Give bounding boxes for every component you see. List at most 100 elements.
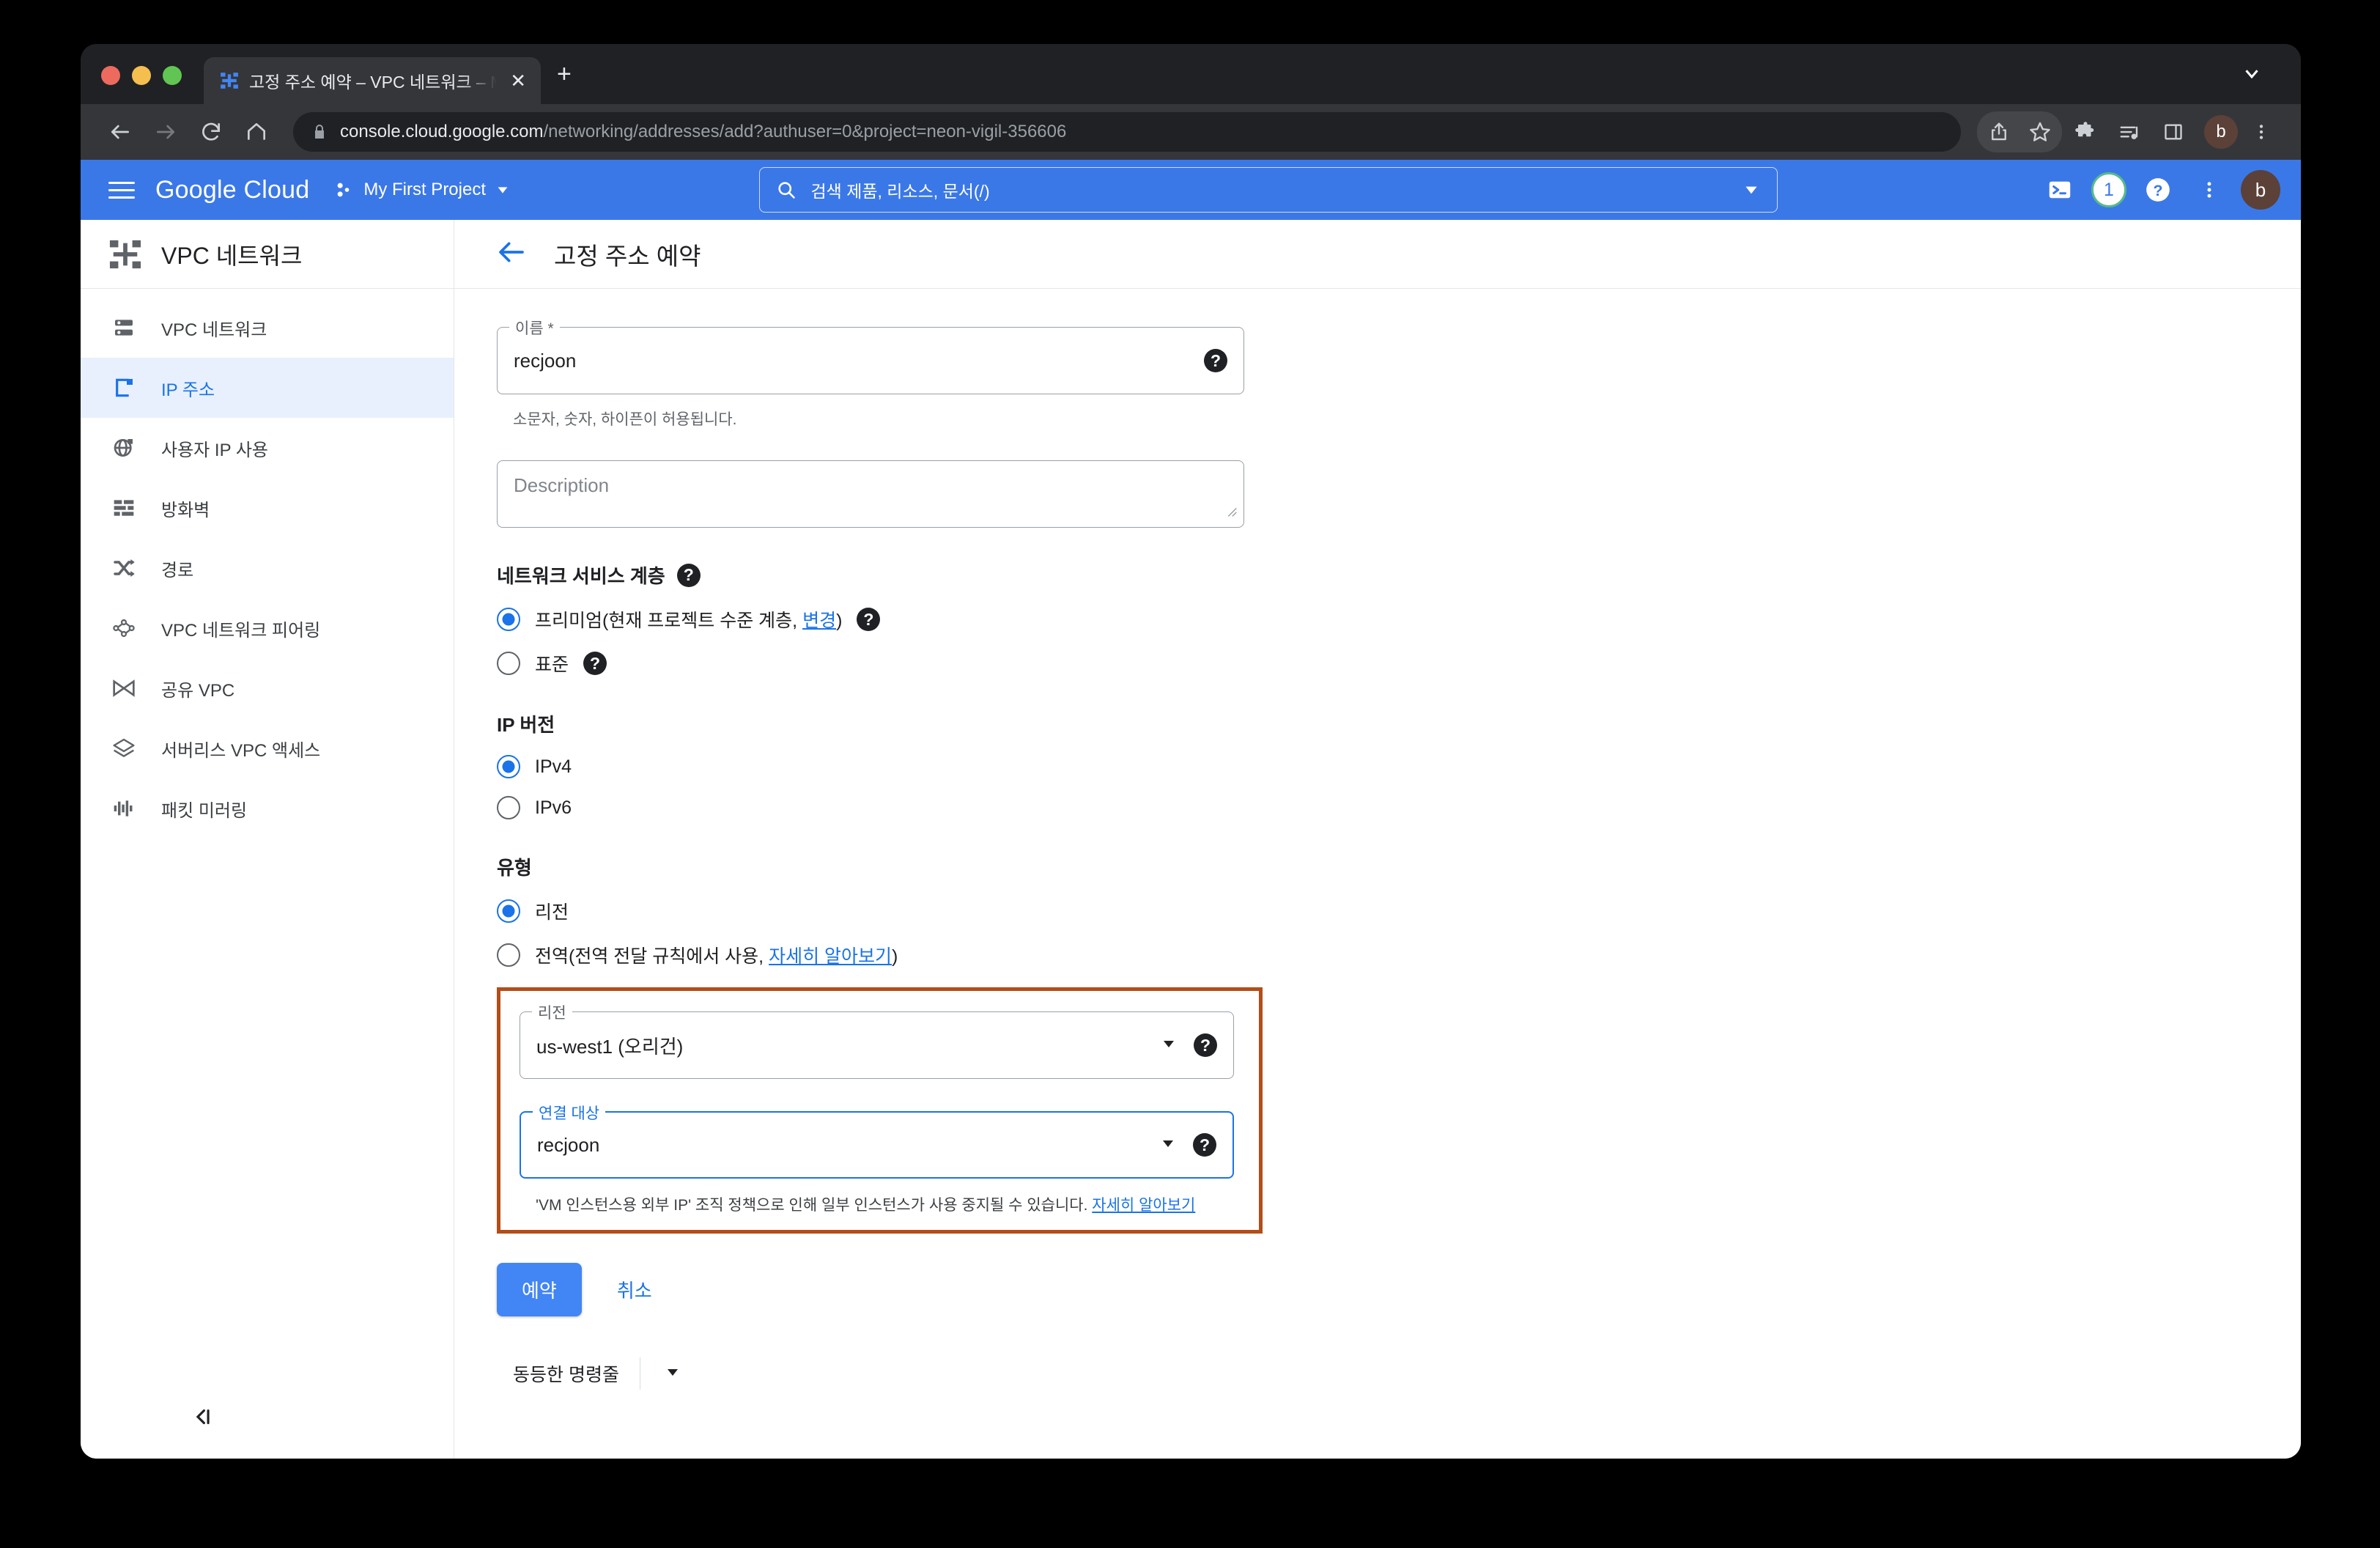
packet-mirroring-icon xyxy=(108,797,139,820)
page-header: 고정 주소 예약 xyxy=(454,220,2301,289)
radio-ipv6[interactable] xyxy=(497,796,520,819)
sidebar-item-vpc-network[interactable]: VPC 네트워크 xyxy=(81,298,454,358)
search-chevron-down-icon[interactable] xyxy=(1742,180,1761,199)
collapse-sidebar-icon[interactable] xyxy=(191,1404,215,1433)
media-playlist-icon[interactable] xyxy=(2109,111,2150,152)
name-field-label: 이름 * xyxy=(509,317,560,339)
svg-text:?: ? xyxy=(2153,182,2162,199)
radio-ipv4[interactable] xyxy=(497,755,520,778)
vpc-peering-icon xyxy=(108,616,139,640)
attach-to-help-icon[interactable]: ? xyxy=(1193,1133,1216,1157)
ip-version-option-ipv4[interactable]: IPv4 xyxy=(497,755,2258,778)
type-option-global[interactable]: 전역(전역 전달 규칙에서 사용, 자세히 알아보기) xyxy=(497,942,2258,968)
home-icon[interactable] xyxy=(236,111,277,152)
browser-window: 고정 주소 예약 – VPC 네트워크 – M ✕ + console.clou… xyxy=(81,44,2301,1459)
equivalent-command-line-label: 동등한 명령줄 xyxy=(513,1365,619,1385)
description-placeholder: Description xyxy=(514,474,610,496)
sidebar-item-shared-vpc[interactable]: 공유 VPC xyxy=(81,658,454,718)
sidebar-item-serverless-vpc-access[interactable]: 서버리스 VPC 액세스 xyxy=(81,718,454,778)
command-line-chevron-down-icon[interactable] xyxy=(640,1363,705,1385)
attach-to-select[interactable]: 연결 대상 recjoon ? xyxy=(520,1102,1234,1179)
reserve-button[interactable]: 예약 xyxy=(497,1263,582,1316)
forward-icon[interactable] xyxy=(145,111,186,152)
main-content: 고정 주소 예약 이름 * recjoon ? 소문자, 숫자, 하이픈이 허용… xyxy=(454,220,2301,1459)
more-options-icon[interactable] xyxy=(2189,170,2229,210)
network-tier-help-icon[interactable]: ? xyxy=(676,563,701,587)
ip-version-option-ipv6[interactable]: IPv6 xyxy=(497,796,2258,819)
sidebar-item-routes[interactable]: 경로 xyxy=(81,538,454,598)
page-title: 고정 주소 예약 xyxy=(554,242,701,270)
page-body: VPC 네트워크 VPC 네트워크 IP 주소 사용자 IP 사용 방화벽 경로… xyxy=(81,220,2301,1459)
project-selector[interactable]: My First Project xyxy=(334,180,511,200)
navigation-menu-icon[interactable] xyxy=(101,169,142,210)
user-avatar[interactable]: b xyxy=(2240,170,2280,210)
sidebar-item-label: 방화벽 xyxy=(161,500,210,520)
sidebar-item-label: 경로 xyxy=(161,560,194,580)
share-bookmark-pill xyxy=(1977,111,2062,152)
new-tab-button[interactable]: + xyxy=(541,62,585,104)
maximize-window-button[interactable] xyxy=(163,66,182,85)
radio-standard[interactable] xyxy=(497,652,520,675)
bookmark-star-icon[interactable] xyxy=(2019,111,2061,152)
standard-help-icon[interactable]: ? xyxy=(583,652,607,675)
attach-to-chevron-down-icon[interactable] xyxy=(1159,1135,1177,1156)
equivalent-command-line[interactable]: 동등한 명령줄 xyxy=(497,1350,2258,1397)
sidebar-item-packet-mirroring[interactable]: 패킷 미러링 xyxy=(81,778,454,838)
radio-global[interactable] xyxy=(497,943,520,967)
back-arrow-icon[interactable] xyxy=(497,237,526,270)
google-cloud-logo[interactable]: Google Cloud xyxy=(155,176,309,204)
name-helper-text: 소문자, 숫자, 하이픈이 허용됩니다. xyxy=(513,411,737,428)
notification-badge[interactable]: 1 xyxy=(2091,172,2126,207)
warning-learn-more-link[interactable]: 자세히 알아보기 xyxy=(1092,1197,1195,1214)
side-panel-icon[interactable] xyxy=(2153,111,2194,152)
resize-grip-icon[interactable] xyxy=(1223,501,1239,524)
radio-global-label: 전역(전역 전달 규칙에서 사용, 자세히 알아보기) xyxy=(535,946,898,967)
name-help-icon[interactable]: ? xyxy=(1204,349,1227,372)
tab-list-chevron-icon[interactable] xyxy=(2241,62,2263,88)
browser-tab[interactable]: 고정 주소 예약 – VPC 네트워크 – M ✕ xyxy=(204,57,541,104)
share-icon[interactable] xyxy=(1978,111,2019,152)
tab-close-icon[interactable]: ✕ xyxy=(507,71,529,90)
radio-regional-label: 리전 xyxy=(535,902,569,923)
minimize-window-button[interactable] xyxy=(132,66,151,85)
sidebar-item-vpc-peering[interactable]: VPC 네트워크 피어링 xyxy=(81,598,454,658)
chrome-profile-avatar[interactable]: b xyxy=(2204,115,2238,149)
sidebar-item-user-ip-usage[interactable]: 사용자 IP 사용 xyxy=(81,418,454,478)
region-help-icon[interactable]: ? xyxy=(1194,1033,1217,1057)
chrome-menu-icon[interactable] xyxy=(2241,111,2282,152)
radio-ipv6-label: IPv6 xyxy=(535,797,572,818)
radio-premium[interactable] xyxy=(497,608,520,631)
name-field[interactable]: 이름 * recjoon ? xyxy=(497,317,1244,394)
sidebar-item-label: 사용자 IP 사용 xyxy=(161,440,268,460)
premium-help-icon[interactable]: ? xyxy=(857,608,881,631)
serverless-vpc-access-icon xyxy=(108,737,139,760)
type-label: 유형 xyxy=(497,857,532,879)
cancel-button[interactable]: 취소 xyxy=(601,1263,668,1316)
help-icon[interactable]: ? xyxy=(2138,170,2178,210)
region-select[interactable]: 리전 us-west1 (오리건) ? xyxy=(520,1001,1234,1079)
shared-vpc-icon xyxy=(108,677,139,700)
network-tier-option-premium[interactable]: 프리미엄(현재 프로젝트 수준 계층, 변경) ? xyxy=(497,606,2258,633)
search-placeholder: 검색 제품, 리소스, 문서(/) xyxy=(810,182,990,201)
search-input[interactable]: 검색 제품, 리소스, 문서(/) xyxy=(758,167,1778,213)
description-textarea[interactable]: Description xyxy=(497,460,1244,528)
sidebar-item-firewall[interactable]: 방화벽 xyxy=(81,478,454,538)
routes-icon xyxy=(108,556,139,580)
radio-regional[interactable] xyxy=(497,899,520,923)
extensions-icon[interactable] xyxy=(2065,111,2106,152)
close-window-button[interactable] xyxy=(101,66,120,85)
radio-standard-label: 표준 xyxy=(535,655,569,675)
type-option-regional[interactable]: 리전 xyxy=(497,898,2258,924)
cloud-shell-icon[interactable] xyxy=(2040,170,2080,210)
region-chevron-down-icon[interactable] xyxy=(1160,1035,1178,1056)
sidebar-item-ip-addresses[interactable]: IP 주소 xyxy=(81,358,454,418)
network-tier-title: 네트워크 서비스 계층 ? xyxy=(497,561,2258,589)
network-tier-option-standard[interactable]: 표준 ? xyxy=(497,650,2258,677)
sidebar-item-label: VPC 네트워크 xyxy=(161,320,267,340)
change-tier-link[interactable]: 변경 xyxy=(802,611,836,631)
sidebar-header: VPC 네트워크 xyxy=(81,220,454,289)
global-learn-more-link[interactable]: 자세히 알아보기 xyxy=(769,946,892,967)
address-bar[interactable]: console.cloud.google.com/networking/addr… xyxy=(293,112,1961,152)
back-icon[interactable] xyxy=(100,111,141,152)
reload-icon[interactable] xyxy=(191,111,232,152)
